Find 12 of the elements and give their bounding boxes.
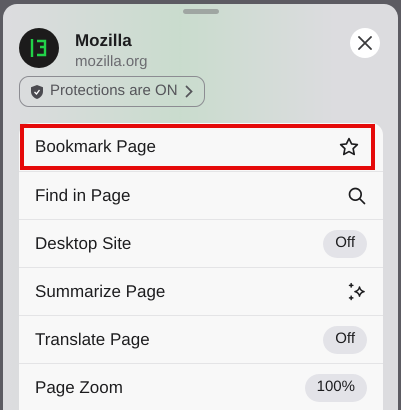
protections-button[interactable]: Protections are ON <box>19 76 205 107</box>
menu-item[interactable]: Desktop Site Off <box>19 219 383 267</box>
menu-item[interactable]: Summarize Page <box>19 267 383 315</box>
site-domain: mozilla.org <box>75 52 148 72</box>
menu-item[interactable]: Find in Page <box>19 171 383 219</box>
value-badge: Off <box>323 326 367 354</box>
site-name: Mozilla <box>75 30 133 52</box>
value-badge: 100% <box>304 374 367 402</box>
menu-item[interactable]: Bookmark Page <box>19 123 376 171</box>
menu-item[interactable]: Page Zoom 100% <box>19 363 383 410</box>
value-badge: Off <box>323 230 367 258</box>
menu-item[interactable]: Translate Page Off <box>19 315 383 363</box>
